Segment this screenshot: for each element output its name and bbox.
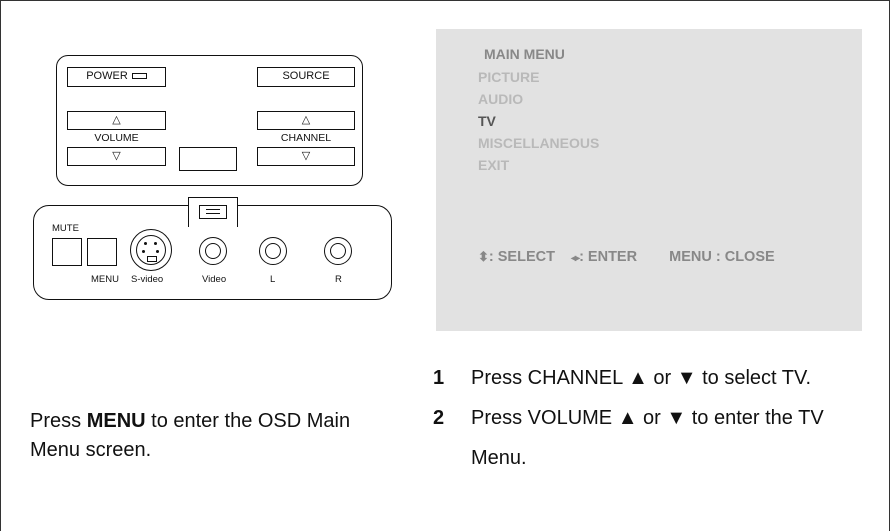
- source-button[interactable]: SOURCE: [257, 67, 355, 87]
- step-1: 1 Press CHANNEL ▲ or ▼ to select TV.: [433, 358, 873, 398]
- steps-list: 1 Press CHANNEL ▲ or ▼ to select TV. 2 P…: [433, 358, 873, 478]
- up-down-arrow-icon: ⬍: [478, 249, 489, 264]
- menu-label: MENU: [91, 274, 119, 285]
- osd-close-hint: MENU : CLOSE: [669, 249, 775, 265]
- panel-release-tab[interactable]: [188, 197, 238, 227]
- audio-left-label: L: [270, 274, 276, 285]
- osd-select-hint: : SELECT: [488, 249, 555, 265]
- instruction-menu-keyword: MENU: [86, 410, 146, 432]
- osd-item-exit[interactable]: EXIT: [478, 157, 509, 173]
- channel-label: CHANNEL: [280, 132, 332, 144]
- mute-label: MUTE: [52, 223, 79, 234]
- osd-main-menu: MAIN MENU PICTURE AUDIO TV MISCELLANEOUS…: [436, 29, 862, 331]
- audio-left-jack-icon: [259, 237, 287, 265]
- s-video-jack-icon: [130, 229, 172, 271]
- volume-label: VOLUME: [94, 132, 139, 144]
- video-jack-icon: [199, 237, 227, 265]
- step-number: 2: [433, 407, 445, 429]
- osd-footer: ⬍: SELECT ◂▸: ENTER MENU : CLOSE: [478, 249, 775, 265]
- ir-sensor-window: [179, 147, 237, 171]
- step-text: Press CHANNEL ▲ or ▼ to select TV.: [471, 367, 812, 389]
- s-video-label: S-video: [131, 274, 164, 285]
- audio-right-jack-icon: [324, 237, 352, 265]
- tab-grip-icon: [199, 205, 227, 219]
- video-label: Video: [202, 274, 227, 285]
- osd-item-tv[interactable]: TV: [478, 113, 496, 129]
- volume-up-button[interactable]: △: [67, 111, 166, 130]
- manual-page: POWER SOURCE △ VOLUME ▽ △ CHANNEL ▽ MUTE…: [0, 0, 890, 531]
- control-panel-top: POWER SOURCE △ VOLUME ▽ △ CHANNEL ▽: [56, 55, 363, 186]
- channel-up-button[interactable]: △: [257, 111, 355, 130]
- step-number: 1: [433, 367, 445, 389]
- channel-down-button[interactable]: ▽: [257, 147, 355, 166]
- power-led-icon: [131, 73, 147, 80]
- step-2: 2 Press VOLUME ▲ or ▼ to enter the TV Me…: [433, 398, 873, 478]
- osd-item-picture[interactable]: PICTURE: [478, 69, 539, 85]
- osd-item-audio[interactable]: AUDIO: [478, 91, 523, 107]
- instruction-prefix: Press: [30, 410, 87, 432]
- osd-enter-hint: : ENTER: [579, 249, 638, 265]
- audio-right-label: R: [335, 274, 342, 285]
- left-right-arrow-icon: ◂▸: [571, 253, 580, 264]
- power-button[interactable]: POWER: [67, 67, 166, 87]
- step-text: Press VOLUME ▲ or ▼ to enter the TV Menu…: [471, 407, 824, 469]
- osd-menu-title: MAIN MENU: [484, 46, 565, 62]
- menu-button[interactable]: [87, 238, 117, 266]
- osd-item-miscellaneous[interactable]: MISCELLANEOUS: [478, 135, 599, 151]
- mute-button[interactable]: [52, 238, 82, 266]
- menu-instruction: Press MENU to enter the OSD Main Menu sc…: [30, 407, 400, 465]
- volume-down-button[interactable]: ▽: [67, 147, 166, 166]
- power-label: POWER: [86, 70, 128, 82]
